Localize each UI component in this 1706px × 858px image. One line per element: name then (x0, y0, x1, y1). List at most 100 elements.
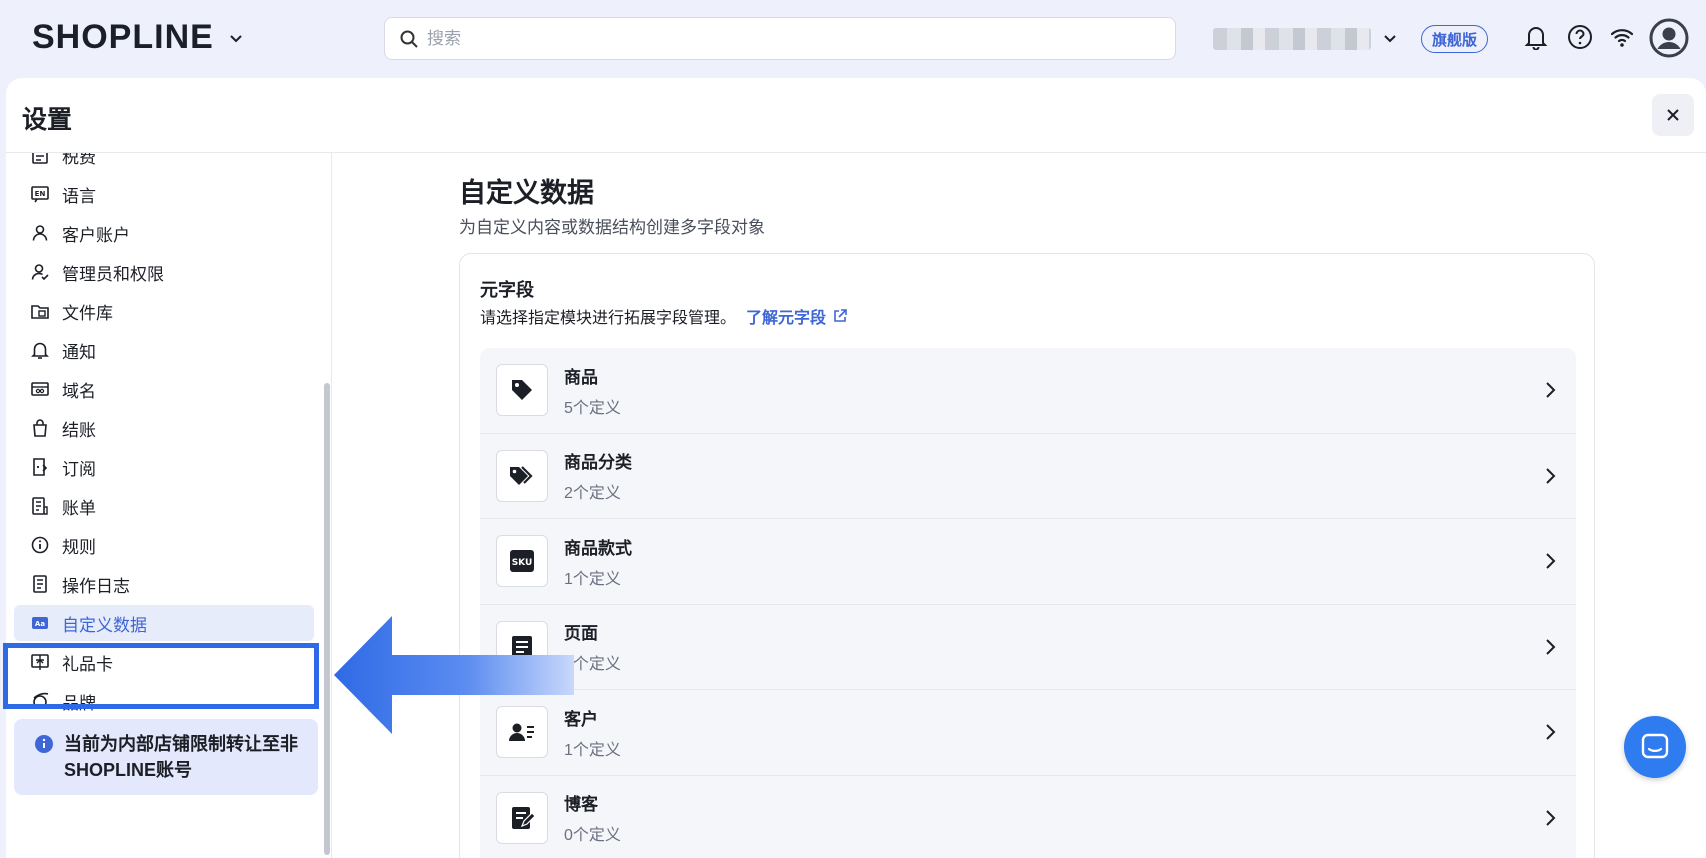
page-title: 设置 (22, 106, 73, 134)
sidebar-item-rules[interactable]: 规则 (14, 527, 314, 563)
sidebar-item-label: 自定义数据 (62, 615, 147, 635)
store-name-blurred[interactable] (1213, 28, 1371, 50)
subscription-icon (33, 458, 48, 476)
list-item-product-variant[interactable]: SKU 商品款式 1个定义 (480, 519, 1576, 605)
chevron-right-icon (1546, 553, 1556, 569)
sidebar-item-label: 域名 (62, 381, 96, 401)
chat-icon (1641, 733, 1669, 759)
row-name: 客户 (564, 709, 598, 729)
row-name: 商品款式 (564, 538, 632, 558)
main-content: 自定义数据 为自定义内容或数据结构创建多字段对象 元字段 请选择指定模块进行拓展… (333, 153, 1706, 858)
close-icon (1667, 109, 1679, 121)
tax-icon (32, 153, 48, 164)
section-subtitle: 为自定义内容或数据结构创建多字段对象 (459, 218, 765, 237)
row-icon-box (496, 791, 548, 844)
list-item-product-category[interactable]: 商品分类 2个定义 (480, 433, 1576, 519)
row-icon-box: SKU (496, 535, 548, 588)
sidebar-item-admins[interactable]: 管理员和权限 (14, 254, 314, 290)
sidebar-item-tax[interactable]: 税费 (14, 153, 314, 173)
row-count: 2个定义 (564, 485, 621, 503)
sku-icon: SKU (510, 550, 534, 573)
sidebar-item-label: 品牌 (62, 693, 96, 713)
list-item-blog[interactable]: 博客 0个定义 (480, 775, 1576, 858)
chat-support-button[interactable] (1624, 716, 1686, 778)
folder-icon (31, 305, 49, 319)
sidebar-item-label: 通知 (62, 342, 96, 362)
admin-icon (31, 264, 49, 281)
chevron-right-icon (1546, 467, 1556, 484)
bell-icon[interactable] (1524, 24, 1548, 50)
external-link-icon (834, 309, 847, 322)
store-chevron-down-icon[interactable] (1382, 30, 1398, 46)
row-name: 页面 (564, 624, 598, 644)
sidebar-item-label: 订阅 (62, 459, 96, 479)
sidebar-item-customer-accounts[interactable]: 客户账户 (14, 215, 314, 251)
row-icon-box (496, 449, 548, 502)
sidebar-item-label: 规则 (62, 537, 96, 557)
sidebar-item-billing[interactable]: 账单 (14, 488, 314, 524)
gift-card-icon (31, 654, 49, 670)
list-item-customer[interactable]: 客户 1个定义 (480, 690, 1576, 776)
row-count: 0个定义 (564, 827, 621, 845)
sidebar-item-language[interactable]: EN 语言 (14, 176, 314, 212)
avatar-icon[interactable] (1649, 18, 1689, 58)
svg-text:Aa: Aa (35, 620, 45, 628)
list-item-page[interactable]: 页面 0个定义 (480, 604, 1576, 690)
log-icon (33, 575, 47, 593)
list-item-product[interactable]: 商品 5个定义 (480, 348, 1576, 434)
chevron-down-icon (230, 34, 242, 42)
page-icon (512, 635, 532, 658)
help-icon[interactable] (1567, 24, 1593, 50)
notice-text: 当前为内部店铺限制转让至非SHOPLINE账号 (64, 734, 298, 780)
sidebar-item-label: 税费 (62, 153, 96, 167)
row-icon-box (496, 706, 548, 759)
sidebar-scrollbar[interactable] (324, 383, 330, 855)
brand-switcher[interactable]: SHOPLINE (32, 18, 244, 57)
sidebar-item-logs[interactable]: 操作日志 (14, 566, 314, 602)
plan-badge: 旗舰版 (1421, 25, 1489, 53)
card-title: 元字段 (480, 280, 534, 300)
sidebar-item-label: 操作日志 (62, 576, 130, 596)
sidebar-item-custom-data[interactable]: Aa 自定义数据 (14, 605, 314, 641)
row-name: 商品分类 (564, 453, 632, 473)
info-icon (31, 536, 49, 554)
brand-icon (33, 692, 49, 709)
sidebar-item-label: 语言 (62, 186, 96, 206)
sidebar-item-label: 账单 (62, 498, 96, 518)
metafields-card: 元字段 请选择指定模块进行拓展字段管理。 了解元字段 商品 5个定义 商品分类 … (459, 253, 1595, 858)
search-bar[interactable] (384, 17, 1176, 60)
card-description-text: 请选择指定模块进行拓展字段管理。 (480, 310, 737, 327)
tag-icon (512, 380, 532, 401)
customer-icon (509, 723, 534, 742)
wifi-icon[interactable] (1609, 24, 1635, 50)
sidebar-item-label: 礼品卡 (62, 654, 113, 674)
row-count: 5个定义 (564, 399, 621, 417)
sidebar-item-domains[interactable]: 域名 (14, 371, 314, 407)
row-icon-box (496, 620, 548, 673)
row-icon-box (496, 364, 548, 417)
settings-sidebar: 税费 EN 语言 客户账户 管理员和权限 文件库 通知 域名 结账 订阅 账单 … (6, 153, 332, 858)
sidebar-item-subscriptions[interactable]: 订阅 (14, 449, 314, 485)
brand-logo: SHOPLINE (32, 18, 214, 56)
custom-data-icon: Aa (32, 617, 48, 629)
learn-link-label: 了解元字段 (746, 310, 827, 327)
bag-icon (33, 419, 47, 437)
row-name: 博客 (564, 795, 598, 815)
domain-icon (31, 382, 49, 396)
blog-icon (512, 806, 535, 829)
sidebar-item-notifications[interactable]: 通知 (14, 332, 314, 368)
sidebar-item-label: 客户账户 (62, 225, 130, 245)
search-icon (400, 30, 418, 48)
sidebar-item-files[interactable]: 文件库 (14, 293, 314, 329)
sidebar-item-brand[interactable]: 品牌 (14, 683, 314, 719)
settings-panel: 设置 税费 EN 语言 客户账户 管理员和权限 文件库 通知 域名 结账 订阅 … (6, 78, 1706, 858)
sidebar-item-checkout[interactable]: 结账 (14, 410, 314, 446)
search-input[interactable] (427, 28, 1127, 49)
sidebar-item-label: 结账 (62, 420, 96, 440)
sidebar-item-gift-cards[interactable]: 礼品卡 (14, 644, 314, 680)
card-description: 请选择指定模块进行拓展字段管理。 了解元字段 (480, 304, 848, 328)
learn-metafields-link[interactable]: 了解元字段 (746, 304, 848, 328)
transfer-notice: 当前为内部店铺限制转让至非SHOPLINE账号 (14, 719, 318, 795)
metafield-module-list: 商品 5个定义 商品分类 2个定义 SKU 商品款式 1个定义 页面 0个定义 … (480, 348, 1576, 858)
close-button[interactable] (1652, 94, 1694, 136)
